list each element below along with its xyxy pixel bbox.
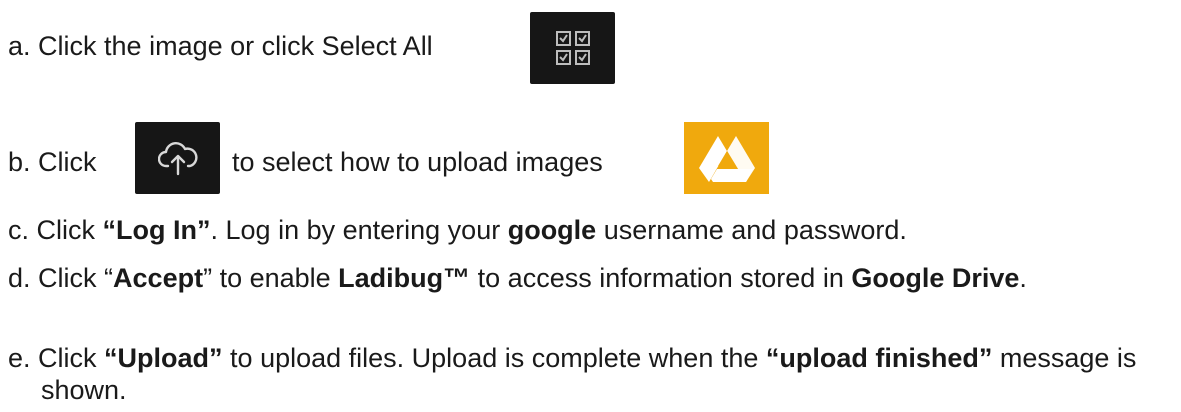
step-b: b. Click [8,146,97,178]
step-d: d. Click “Accept” to enable Ladibug™ to … [8,262,1181,294]
cloud-upload-icon [135,122,220,194]
select-all-icon-graphic [555,31,590,65]
step-d-bold-accept: Accept [113,263,204,293]
step-d-text-4: . [1019,263,1027,293]
google-drive-icon [684,122,769,194]
step-d-text-1: Click “ [38,263,114,293]
step-e: e. Click “Upload” to upload files. Uploa… [8,342,1181,406]
step-c: c. Click “Log In”. Log in by entering yo… [8,214,907,246]
step-a-text: Click the image or click Select All [38,31,433,61]
step-b-marker: b. [8,147,31,177]
step-e-text-1: Click [38,343,105,373]
step-d-marker: d. [8,263,31,293]
step-a: a. Click the image or click Select All [8,30,433,62]
step-c-bold-google: google [507,215,597,245]
step-c-text-3: username and password. [596,215,907,245]
step-b-continuation: to select how to upload images [232,146,603,178]
step-b-post: to select how to upload images [232,147,603,177]
step-d-text-3: to access information stored in [470,263,852,293]
step-e-text-2: to upload files. Upload is complete when… [222,343,766,373]
cloud-upload-icon-graphic [157,142,198,176]
step-c-text-2: . Log in by entering your [210,215,508,245]
step-e-bold-upload-finished: “upload finished” [765,343,993,373]
step-c-bold-login: “Log In” [102,215,211,245]
step-d-bold-google-drive: Google Drive [851,263,1020,293]
step-a-marker: a. [8,31,31,61]
step-c-text-1: Click [36,215,103,245]
google-drive-icon-graphic [698,136,755,182]
step-d-text-2: ” to enable [203,263,339,293]
step-b-pre: Click [38,147,97,177]
step-e-marker: e. [8,343,31,373]
step-e-bold-upload: “Upload” [104,343,223,373]
step-c-marker: c. [8,215,30,245]
select-all-icon [530,12,615,84]
step-d-bold-ladibug: Ladibug™ [338,263,471,293]
